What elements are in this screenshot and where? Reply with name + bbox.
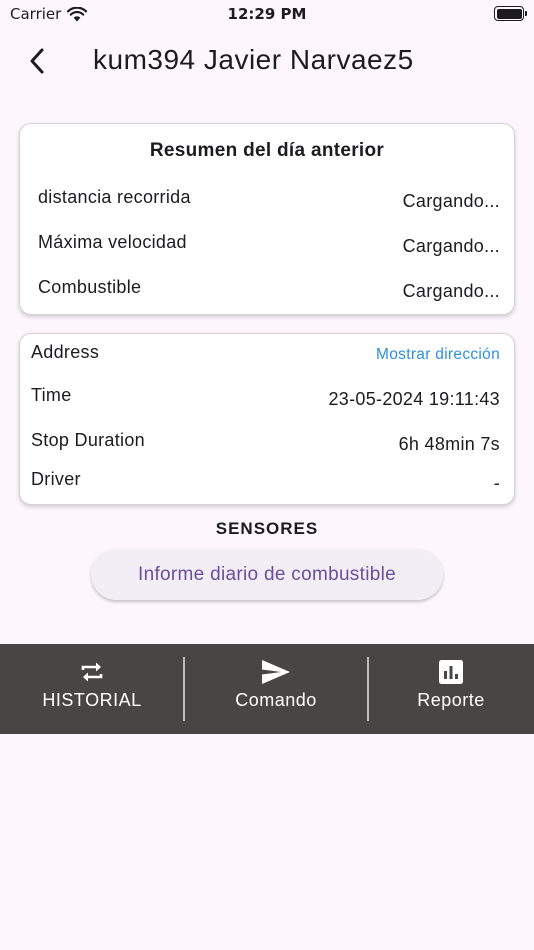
show-address-link[interactable]: Mostrar dirección (376, 346, 500, 364)
row-value: 6h 48min 7s (398, 434, 500, 454)
sensors-title: SENSORES (215, 519, 319, 538)
row-label: distancia recorrida (38, 187, 191, 207)
bar-chart-icon (439, 660, 463, 684)
row-label: Combustible (38, 277, 142, 297)
battery-icon (494, 6, 527, 21)
status-bar: Carrier 12:29 PM (0, 0, 534, 30)
summary-row-max-speed: Máxima velocidad Cargando... (38, 232, 500, 258)
row-value: - (493, 473, 500, 493)
info-row-driver: Driver - (31, 469, 500, 495)
nav-item-comando[interactable]: Comando (184, 644, 368, 734)
row-value: Cargando... (402, 191, 500, 211)
back-button[interactable] (20, 44, 54, 78)
nav-label: Comando (235, 690, 317, 710)
row-value: Cargando... (402, 281, 500, 301)
row-label: Time (31, 385, 72, 405)
page-title: kum394 Javier Narvaez5 (93, 44, 414, 75)
summary-card: Resumen del día anterior distancia recor… (19, 123, 515, 315)
nav-label: Reporte (417, 690, 485, 710)
row-label: Stop Duration (31, 430, 145, 450)
row-label: Máxima velocidad (38, 232, 187, 252)
app-bar: kum394 Javier Narvaez5 (0, 36, 534, 92)
row-label: Driver (31, 469, 81, 489)
daily-fuel-report-button[interactable]: Informe diario de combustible (91, 549, 443, 600)
bottom-nav: HISTORIAL Comando Reporte (0, 644, 534, 734)
row-label: Address (31, 342, 100, 362)
summary-row-distance: distancia recorrida Cargando... (38, 187, 500, 213)
row-value: 23-05-2024 19:11:43 (328, 389, 500, 409)
status-time: 12:29 PM (227, 5, 307, 23)
info-card: Address Mostrar dirección Time 23-05-202… (19, 333, 515, 505)
repeat-icon (81, 662, 103, 682)
info-row-stop-duration: Stop Duration 6h 48min 7s (31, 430, 500, 456)
chevron-left-icon (30, 48, 44, 74)
info-row-time: Time 23-05-2024 19:11:43 (31, 385, 500, 411)
summary-row-fuel: Combustible Cargando... (38, 277, 500, 303)
nav-item-reporte[interactable]: Reporte (368, 644, 534, 734)
nav-item-historial[interactable]: HISTORIAL (0, 644, 184, 734)
row-value: Cargando... (402, 236, 500, 256)
nav-label: HISTORIAL (42, 690, 142, 710)
send-icon (262, 660, 290, 684)
summary-title: Resumen del día anterior (149, 140, 385, 161)
info-row-address: Address Mostrar dirección (31, 342, 500, 368)
